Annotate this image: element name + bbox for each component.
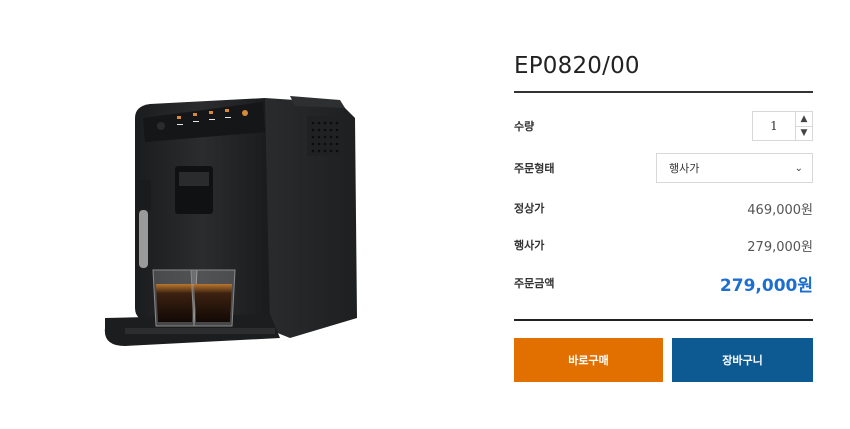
regular-price-label: 정상가: [514, 202, 545, 215]
total-price-value: 279,000원: [719, 275, 813, 296]
order-type-row: 주문형태 행사가 ⌄: [514, 151, 813, 185]
coffee-machine-illustration: [104, 96, 357, 346]
quantity-row: 수량 1 ▲ ▼: [514, 109, 813, 143]
regular-price-row: 정상가 469,000원: [514, 191, 813, 225]
order-type-selected-value: 행사가: [669, 162, 700, 175]
divider-top: [514, 91, 813, 93]
sale-price-value: 279,000원: [747, 239, 813, 255]
triangle-down-icon: ▼: [800, 128, 808, 139]
chevron-down-icon: ⌄: [794, 162, 803, 174]
sale-price-row: 행사가 279,000원: [514, 228, 813, 262]
quantity-label: 수량: [514, 120, 535, 133]
product-model-title: EP0820/00: [514, 53, 640, 79]
quantity-increase-button[interactable]: ▲: [796, 112, 812, 126]
sale-price-label: 행사가: [514, 239, 545, 252]
total-label: 주문금액: [514, 277, 555, 290]
quantity-decrease-button[interactable]: ▼: [796, 125, 812, 141]
add-to-cart-button[interactable]: 장바구니: [672, 338, 813, 382]
divider-bottom: [514, 319, 813, 321]
triangle-up-icon: ▲: [800, 113, 808, 124]
order-type-select[interactable]: 행사가 ⌄: [656, 153, 813, 183]
buy-now-button[interactable]: 바로구매: [514, 338, 663, 382]
quantity-input[interactable]: 1: [753, 112, 795, 140]
product-image: [95, 88, 375, 388]
quantity-stepper: 1 ▲ ▼: [752, 111, 813, 141]
regular-price-value: 469,000원: [747, 202, 813, 218]
quantity-buttons: ▲ ▼: [795, 112, 812, 140]
order-type-label: 주문형태: [514, 162, 555, 175]
total-row: 주문금액 279,000원: [514, 266, 813, 300]
